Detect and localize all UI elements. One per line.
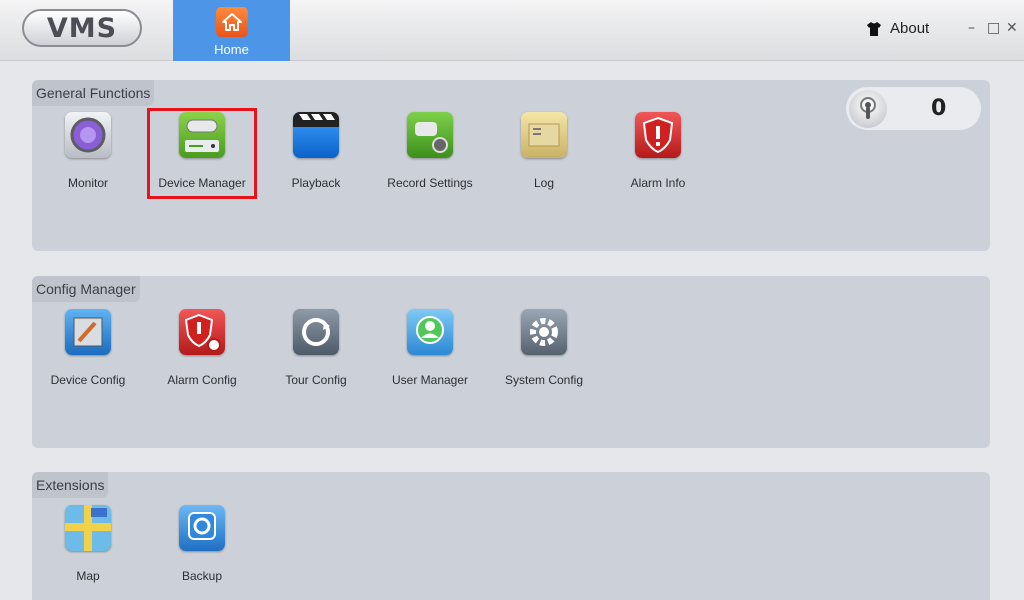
system-config-button[interactable]: System Config <box>487 309 601 387</box>
record-settings-icon <box>407 112 453 158</box>
device-config-button[interactable]: Device Config <box>31 309 145 387</box>
alarm-info-button[interactable]: Alarm Info <box>601 112 715 190</box>
system-config-icon <box>521 309 567 355</box>
item-label: Alarm Info <box>630 176 686 190</box>
config-manager-panel: Config Manager Device Config Alarm Confi… <box>32 276 990 448</box>
vms-logo: VMS <box>22 9 142 47</box>
tab-home-label: Home <box>214 42 249 57</box>
speaker-icon <box>849 89 887 128</box>
shirt-icon <box>867 21 881 36</box>
item-label: User Manager <box>391 373 469 387</box>
monitor-button[interactable]: Monitor <box>31 112 145 190</box>
record-settings-button[interactable]: Record Settings <box>373 112 487 190</box>
playback-button[interactable]: Playback <box>259 112 373 190</box>
backup-button[interactable]: Backup <box>145 505 259 583</box>
device-config-icon <box>65 309 111 355</box>
item-label: Record Settings <box>387 176 473 190</box>
minimize-button[interactable]: – <box>968 20 975 36</box>
playback-icon <box>293 112 339 158</box>
item-label: Tour Config <box>285 373 347 387</box>
log-button[interactable]: Log <box>487 112 601 190</box>
log-icon <box>521 112 567 158</box>
close-button[interactable]: ✕ <box>1006 20 1018 36</box>
home-icon <box>215 7 248 37</box>
backup-icon <box>179 505 225 551</box>
item-label: Map <box>76 569 100 583</box>
item-label: Monitor <box>67 176 108 190</box>
alarm-config-icon <box>179 309 225 355</box>
map-button[interactable]: Map <box>31 505 145 583</box>
counter-value: 0 <box>931 96 947 121</box>
monitor-icon <box>65 112 111 158</box>
item-label: Backup <box>181 569 223 583</box>
tab-home[interactable]: Home <box>173 0 290 61</box>
item-label: Device Config <box>50 373 126 387</box>
about-label: About <box>890 20 930 37</box>
item-label: Log <box>533 176 555 190</box>
title-bar: VMS Home About – □ ✕ <box>0 0 1024 61</box>
logo-text: VMS <box>46 12 118 44</box>
item-label: System Config <box>504 373 584 387</box>
section-title: Extensions <box>32 472 109 498</box>
alert-counter[interactable]: 0 <box>846 87 981 130</box>
about-button[interactable]: About <box>866 20 929 37</box>
tour-config-button[interactable]: Tour Config <box>259 309 373 387</box>
tour-config-icon <box>293 309 339 355</box>
device-manager-highlight <box>147 108 257 199</box>
user-manager-button[interactable]: User Manager <box>373 309 487 387</box>
maximize-button[interactable]: □ <box>987 20 1000 36</box>
section-title: General Functions <box>32 80 155 106</box>
alarm-config-button[interactable]: Alarm Config <box>145 309 259 387</box>
section-title: Config Manager <box>32 276 140 302</box>
item-label: Alarm Config <box>167 373 237 387</box>
item-label: Playback <box>291 176 341 190</box>
user-manager-icon <box>407 309 453 355</box>
extensions-panel: Extensions Map Backup <box>32 472 990 600</box>
alarm-info-icon <box>635 112 681 158</box>
map-icon <box>65 505 111 551</box>
